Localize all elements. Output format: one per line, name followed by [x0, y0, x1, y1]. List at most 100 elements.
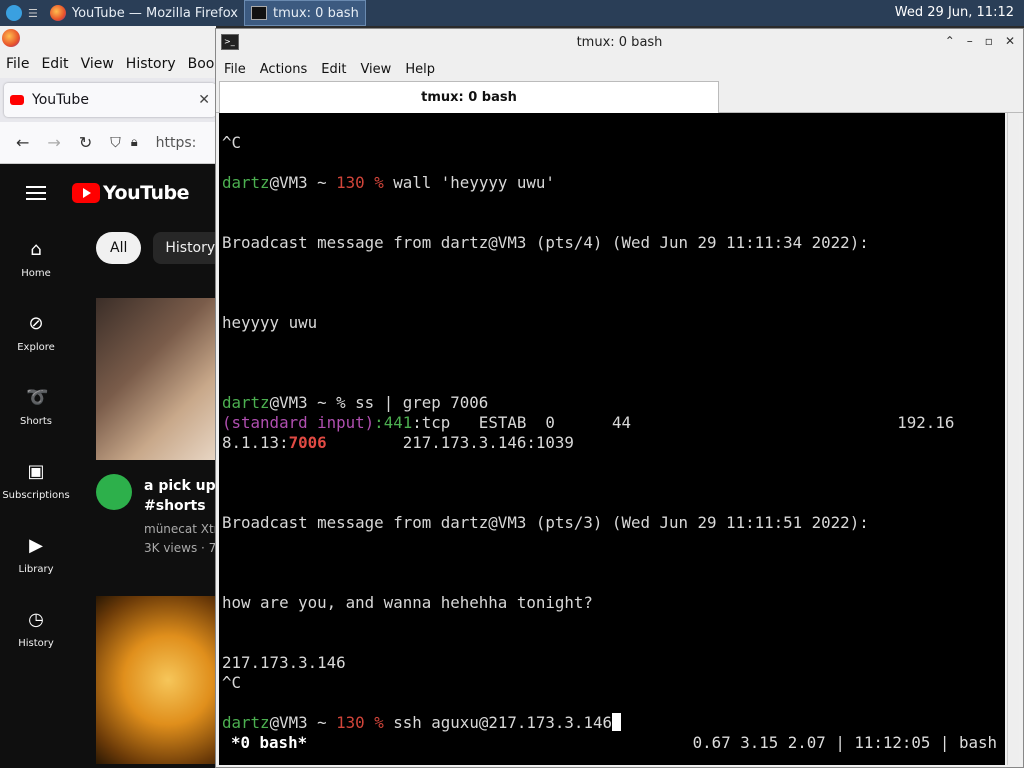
menu-edit[interactable]: Edit: [321, 62, 346, 77]
channel-name[interactable]: münecat Xtra: [144, 522, 216, 536]
sidebar-item-label: Shorts: [19, 415, 53, 427]
chip-all[interactable]: All: [96, 232, 142, 264]
terminal-menubar: File Actions Edit View Help: [216, 57, 1023, 81]
grep-output: :tcp ESTAB 0 44 192.16: [412, 413, 955, 432]
back-icon[interactable]: ←: [16, 133, 29, 152]
prompt-user: dartz: [222, 713, 270, 732]
tab-title: YouTube: [32, 92, 89, 108]
firefox-navbar: ← → ↻ ⛉ 🔒︎ https:: [0, 122, 216, 164]
terminal-output[interactable]: ^C dartz@VM3 ~ 130 % wall 'heyyyy uwu' B…: [219, 113, 1005, 765]
terminal-tab[interactable]: tmux: 0 bash: [219, 81, 719, 113]
terminal-cursor: [611, 713, 621, 731]
prompt-user: dartz: [222, 173, 270, 192]
terminal-scrollbar[interactable]: [1007, 113, 1019, 765]
menu-actions[interactable]: Actions: [260, 62, 308, 77]
terminal-prompt-line: dartz@VM3 ~ % ss | grep 7006: [222, 393, 488, 413]
prompt-command: ssh aguxu@217.173.3.146: [383, 713, 612, 732]
terminal-line: how are you, and wanna hehehha tonight?: [222, 593, 593, 612]
grep-match: 7006: [288, 433, 327, 452]
menu-edit[interactable]: Edit: [35, 56, 74, 72]
video-thumbnail[interactable]: [96, 596, 216, 764]
terminal-line: Broadcast message from dartz@VM3 (pts/3)…: [222, 513, 869, 532]
grid-icon[interactable]: ☰: [28, 7, 38, 20]
prompt-exit-code: 130: [336, 173, 365, 192]
terminal-line: ^C: [222, 673, 242, 692]
taskbar-app-terminal[interactable]: tmux: 0 bash: [243, 0, 366, 26]
terminal-prompt-line: dartz@VM3 ~ 130 % wall 'heyyyy uwu': [222, 173, 555, 193]
youtube-page: YouTube ⌂ Home ⊘ Explore ➰ Shorts ▣ Subs…: [0, 164, 228, 768]
prompt-host: @VM3 ~: [269, 173, 337, 192]
youtube-header: YouTube: [0, 164, 216, 222]
taskbar-app-label: YouTube — Mozilla Firefox: [71, 5, 238, 21]
window-title: tmux: 0 bash: [576, 35, 663, 50]
grep-line-number: 441: [383, 413, 413, 432]
sidebar-item-label: Subscriptions: [2, 489, 70, 501]
tmux-window-list[interactable]: *0 bash*: [231, 733, 307, 753]
tab-youtube[interactable]: YouTube ✕: [4, 83, 216, 117]
close-tab-icon[interactable]: ✕: [198, 92, 210, 108]
firefox-titlebar: [0, 26, 216, 50]
terminal-line: (standard input):441:tcp ESTAB 0 44 192.…: [222, 413, 954, 433]
youtube-logo[interactable]: YouTube: [72, 182, 189, 204]
terminal-line: Broadcast message from dartz@VM3 (pts/4)…: [222, 233, 869, 252]
minimize-icon[interactable]: –: [967, 34, 973, 48]
close-icon[interactable]: ✕: [1005, 34, 1015, 48]
sidebar-item-library[interactable]: ▶ Library: [0, 518, 72, 592]
keep-above-icon[interactable]: ⌃: [945, 34, 955, 48]
tmux-status-right: 0.67 3.15 2.07 | 11:12:05 | bash: [692, 733, 997, 752]
channel-avatar[interactable]: [96, 474, 132, 510]
shield-icon[interactable]: ⛉: [110, 135, 121, 151]
app-launcher-icon[interactable]: [6, 5, 22, 21]
lock-icon[interactable]: 🔒︎: [131, 135, 138, 150]
video-title-line: a pick up ar: [144, 478, 218, 494]
terminal-window: >_ tmux: 0 bash ⌃ – ▫ ✕ File Actions Edi…: [215, 28, 1024, 768]
reload-icon[interactable]: ↻: [79, 133, 92, 152]
library-icon: ▶: [29, 534, 43, 556]
taskbar-app-firefox[interactable]: YouTube — Mozilla Firefox: [44, 0, 244, 26]
home-icon: ⌂: [30, 238, 42, 260]
video-thumbnail[interactable]: [96, 298, 216, 460]
hamburger-menu-icon[interactable]: [26, 186, 46, 200]
sidebar-item-subscriptions[interactable]: ▣ Subscriptions: [0, 444, 72, 518]
window-controls: ⌃ – ▫ ✕: [945, 34, 1015, 48]
terminal-tabbar: tmux: 0 bash: [216, 81, 1023, 113]
terminal-titlebar[interactable]: >_ tmux: 0 bash ⌃ – ▫ ✕: [216, 29, 1023, 57]
terminal-line: 8.1.13:7006 217.173.3.146:1039: [222, 433, 574, 453]
logo-text: YouTube: [103, 182, 189, 204]
menu-help[interactable]: Help: [405, 62, 435, 77]
shorts-icon: ➰: [26, 386, 49, 408]
sidebar-item-explore[interactable]: ⊘ Explore: [0, 296, 72, 370]
menu-file[interactable]: File: [0, 56, 35, 72]
forward-icon[interactable]: →: [47, 133, 60, 152]
sidebar-item-history[interactable]: ◷ History: [0, 592, 72, 666]
youtube-sidebar: ⌂ Home ⊘ Explore ➰ Shorts ▣ Subscription…: [0, 222, 72, 666]
video-meta: 3K views · 7: [144, 541, 216, 555]
taskbar-menu[interactable]: ☰: [0, 0, 44, 26]
sidebar-item-label: History: [18, 637, 54, 649]
maximize-icon[interactable]: ▫: [985, 34, 993, 48]
firefox-menubar: File Edit View History Boo: [0, 50, 216, 78]
sidebar-item-shorts[interactable]: ➰ Shorts: [0, 370, 72, 444]
tmux-status-bar: *0 bash* 0.67 3.15 2.07 | 11:12:05 | bas…: [219, 733, 1005, 753]
terminal-line: ^C: [222, 133, 242, 152]
firefox-tabstrip: YouTube ✕: [0, 78, 216, 122]
menu-view[interactable]: View: [75, 56, 120, 72]
sidebar-item-home[interactable]: ⌂ Home: [0, 222, 72, 296]
subscriptions-icon: ▣: [27, 460, 45, 482]
prompt-host: @VM3 ~ %: [269, 393, 356, 412]
menu-history[interactable]: History: [120, 56, 182, 72]
clock[interactable]: Wed 29 Jun, 11:12: [895, 5, 1014, 20]
youtube-play-icon: [72, 183, 100, 203]
prompt-symbol: %: [374, 173, 384, 192]
grep-separator: :: [374, 413, 384, 432]
prompt-symbol: %: [374, 713, 384, 732]
video-title[interactable]: a pick up ar #shorts: [144, 476, 218, 516]
terminal-prompt-line: dartz@VM3 ~ 130 % ssh aguxu@217.173.3.14…: [222, 713, 621, 733]
menu-view[interactable]: View: [360, 62, 391, 77]
grep-output: 8.1.13:: [222, 433, 289, 452]
terminal-icon: [250, 6, 267, 20]
url-bar[interactable]: https:: [156, 135, 197, 151]
menu-file[interactable]: File: [224, 62, 246, 77]
sidebar-item-label: Home: [21, 267, 51, 279]
prompt-command: wall 'heyyyy uwu': [383, 173, 555, 192]
